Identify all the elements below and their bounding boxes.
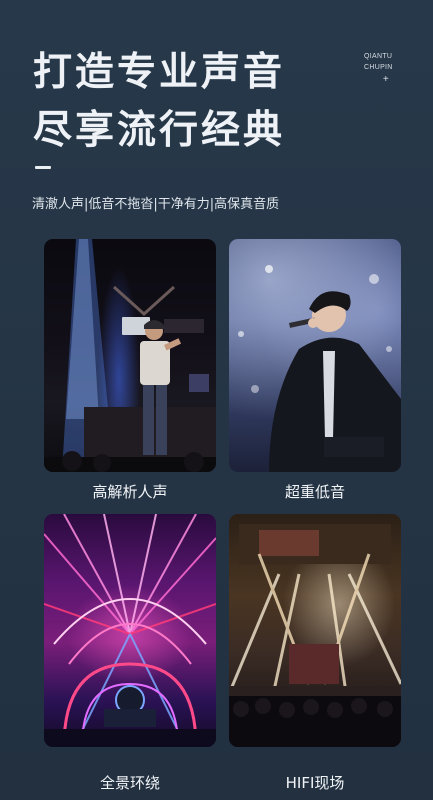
brand-line-2: CHUPIN	[364, 64, 393, 71]
photo-singer-with-microphone	[229, 239, 401, 472]
photo-concert-arena-lights	[44, 514, 216, 747]
tagline: 清澈人声|低音不拖沓|干净有力|高保真音质	[32, 197, 280, 212]
feature-label-hifi-live: HIFI现场	[285, 774, 345, 792]
feature-label-surround: 全景环绕	[99, 774, 160, 792]
brand-mark: QIANTU CHUPIN +	[364, 51, 408, 85]
divider-dash	[35, 166, 51, 169]
headline-line-1: 打造专业声音	[33, 50, 286, 95]
headline: 打造专业声音 尽享流行经典	[33, 44, 285, 160]
headline-line-2: 尽享流行经典	[33, 108, 286, 153]
photo-live-concert-stage	[229, 514, 401, 747]
feature-label-vocals: 高解析人声	[92, 483, 168, 501]
photo-rapper-on-stage	[44, 239, 216, 472]
brand-plus: +	[382, 74, 390, 85]
feature-label-bass: 超重低音	[284, 483, 345, 501]
brand-line-1: QIANTU	[364, 53, 393, 60]
